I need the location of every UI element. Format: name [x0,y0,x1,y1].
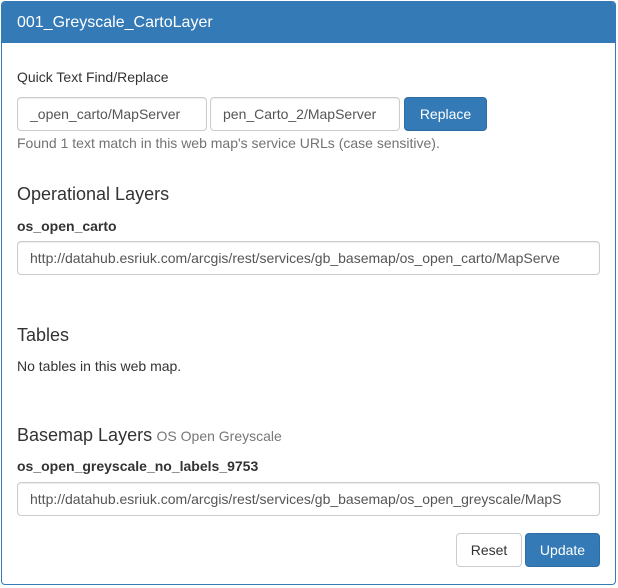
basemap-layers-header: Basemap Layers OS Open Greyscale [17,425,282,446]
basemap-layer-url-input[interactable]: http://datahub.esriuk.com/arcgis/rest/se… [17,482,600,516]
operational-layer-name: os_open_carto [17,218,117,234]
find-text-input[interactable]: _open_carto/MapServer [17,97,207,131]
replace-text-input[interactable]: pen_Carto_2/MapServer [210,97,400,131]
find-replace-help-text: Found 1 text match in this web map's ser… [17,135,440,151]
panel-title: 001_Greyscale_CartoLayer [2,2,615,43]
basemap-layers-subtitle: OS Open Greyscale [156,428,282,444]
update-button[interactable]: Update [525,533,600,567]
tables-heading: Tables [17,325,70,345]
basemap-layer-name: os_open_greyscale_no_labels_9753 [17,458,259,474]
tables-empty-message: No tables in this web map. [17,358,182,374]
replace-button[interactable]: Replace [404,97,487,131]
basemap-layers-heading: Basemap Layers [17,425,153,445]
webmap-panel: 001_Greyscale_CartoLayer Quick Text Find… [1,1,616,585]
operational-layer-url-input[interactable]: http://datahub.esriuk.com/arcgis/rest/se… [17,241,600,275]
reset-button[interactable]: Reset [456,533,522,567]
find-replace-label: Quick Text Find/Replace [17,69,169,85]
operational-layers-heading: Operational Layers [17,184,170,204]
